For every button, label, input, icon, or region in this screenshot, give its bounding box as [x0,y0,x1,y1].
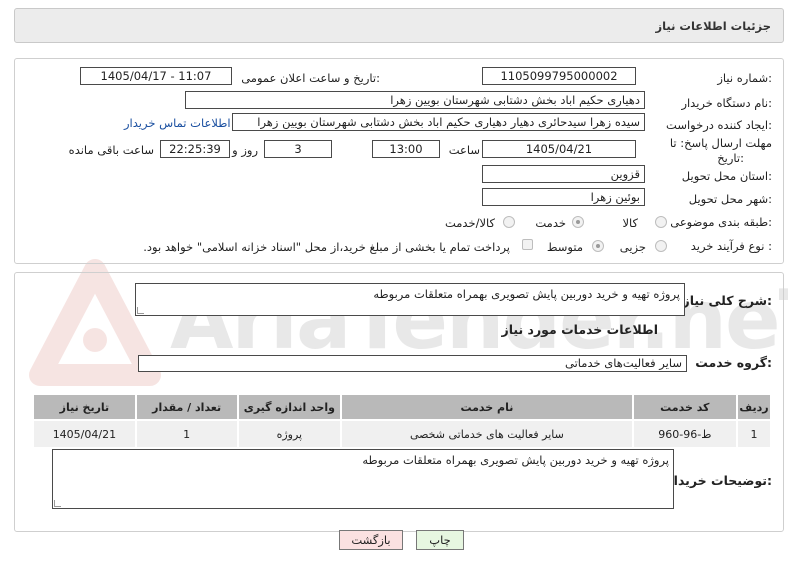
deadline-date-field: 1405/04/21 [482,140,636,158]
summary-textarea[interactable]: پروژه تهیه و خرید دوربین پایش تصویری بهم… [135,283,685,316]
details-panel [14,58,784,264]
requester-label: ایجاد کننده درخواست: [666,118,772,132]
summary-text: پروژه تهیه و خرید دوربین پایش تصویری بهم… [373,287,680,301]
city-field: بوئین زهرا [482,188,645,206]
days-field: 3 [264,140,332,158]
treasury-checkbox[interactable] [522,239,533,250]
resize-handle-icon[interactable] [54,500,61,507]
buyer-contact-link[interactable]: اطلاعات تماس خریدار [124,116,231,130]
remaining-time-label: ساعت باقی مانده [68,143,154,157]
process-radio-minor[interactable] [655,240,667,252]
buyer-notes-textarea[interactable]: پروژه تهیه و خرید دوربین پایش تصویری بهم… [52,449,674,509]
cell-date: 1405/04/21 [32,419,137,449]
table-row: 1405/04/21 1 پروژه سایر فعالیت های خدمات… [32,419,772,449]
services-table: تاریخ نیاز تعداد / مقدار واحد اندازه گیر… [32,393,772,449]
process-radio-medium[interactable] [592,240,604,252]
buyer-org-label: نام دستگاه خریدار: [681,96,772,110]
cell-quantity: 1 [134,419,239,449]
category-option-goods: کالا [622,216,638,230]
table-header-row: تاریخ نیاز تعداد / مقدار واحد اندازه گیر… [32,393,772,421]
page-title: جزئیات اطلاعات نیاز [655,19,771,33]
page-header: جزئیات اطلاعات نیاز [14,8,784,43]
services-section-title: اطلاعات خدمات مورد نیاز [501,322,659,337]
col-unit: واحد اندازه گیری [236,393,343,421]
treasury-payment-note: پرداخت تمام یا بخشی از مبلغ خرید،از محل … [143,240,510,254]
col-service-name: نام خدمت [340,393,634,421]
buyer-notes-text: پروژه تهیه و خرید دوربین پایش تصویری بهم… [362,453,669,467]
deadline-label-2: تاریخ: [717,151,744,165]
resize-handle-icon[interactable] [137,307,144,314]
remaining-time-field: 22:25:39 [160,140,230,158]
deadline-time-label: ساعت [448,143,480,157]
col-date: تاریخ نیاز [32,393,137,421]
category-radio-goods-service[interactable] [503,216,515,228]
process-option-minor: جزیی [619,240,646,254]
summary-label: شرح کلی نیاز: [682,293,773,308]
announce-datetime-field: 1405/04/17 - 11:07 [80,67,232,85]
buyer-notes-label: توضیحات خریدار: [666,473,772,488]
category-label: طبقه بندی موضوعی: [670,215,772,229]
city-label: شهر محل تحویل: [688,192,772,206]
cell-row-number: 1 [736,419,772,449]
province-label: استان محل تحویل: [681,169,772,183]
need-number-label: شماره نیاز: [717,71,772,85]
category-radio-goods[interactable] [655,216,667,228]
col-quantity: تعداد / مقدار [134,393,239,421]
col-row-number: ردیف [736,393,772,421]
requester-field: سیده زهرا سیدحائری دهیار دهیاری حکیم ابا… [232,113,645,131]
process-type-label: نوع فرآیند خرید : [690,239,772,253]
col-service-code: کد خدمت [631,393,739,421]
category-option-goods-service: کالا/خدمت [444,216,495,230]
deadline-label-1: مهلت ارسال پاسخ: تا [669,136,772,150]
need-number-field: 1105099795000002 [482,67,636,85]
category-option-service: خدمت [535,216,566,230]
print-button[interactable]: چاپ [416,530,464,550]
service-group-label: گروه خدمت: [695,355,772,370]
cell-service-name: سایر فعالیت های خدماتی شخصی [340,419,634,449]
buyer-org-field: دهیاری حکیم اباد بخش دشتابی شهرستان بویی… [185,91,645,109]
category-radio-service[interactable] [572,216,584,228]
province-field: قزوین [482,165,645,183]
cell-unit: پروژه [236,419,343,449]
service-group-field: سایر فعالیت‌های خدماتی [138,355,687,372]
announce-datetime-label: تاریخ و ساعت اعلان عمومی: [241,71,380,85]
days-label: روز و [232,143,258,157]
cell-service-code: ط-96-960 [631,419,739,449]
back-button[interactable]: بازگشت [339,530,403,550]
deadline-time-field: 13:00 [372,140,440,158]
process-option-medium: متوسط [546,240,583,254]
